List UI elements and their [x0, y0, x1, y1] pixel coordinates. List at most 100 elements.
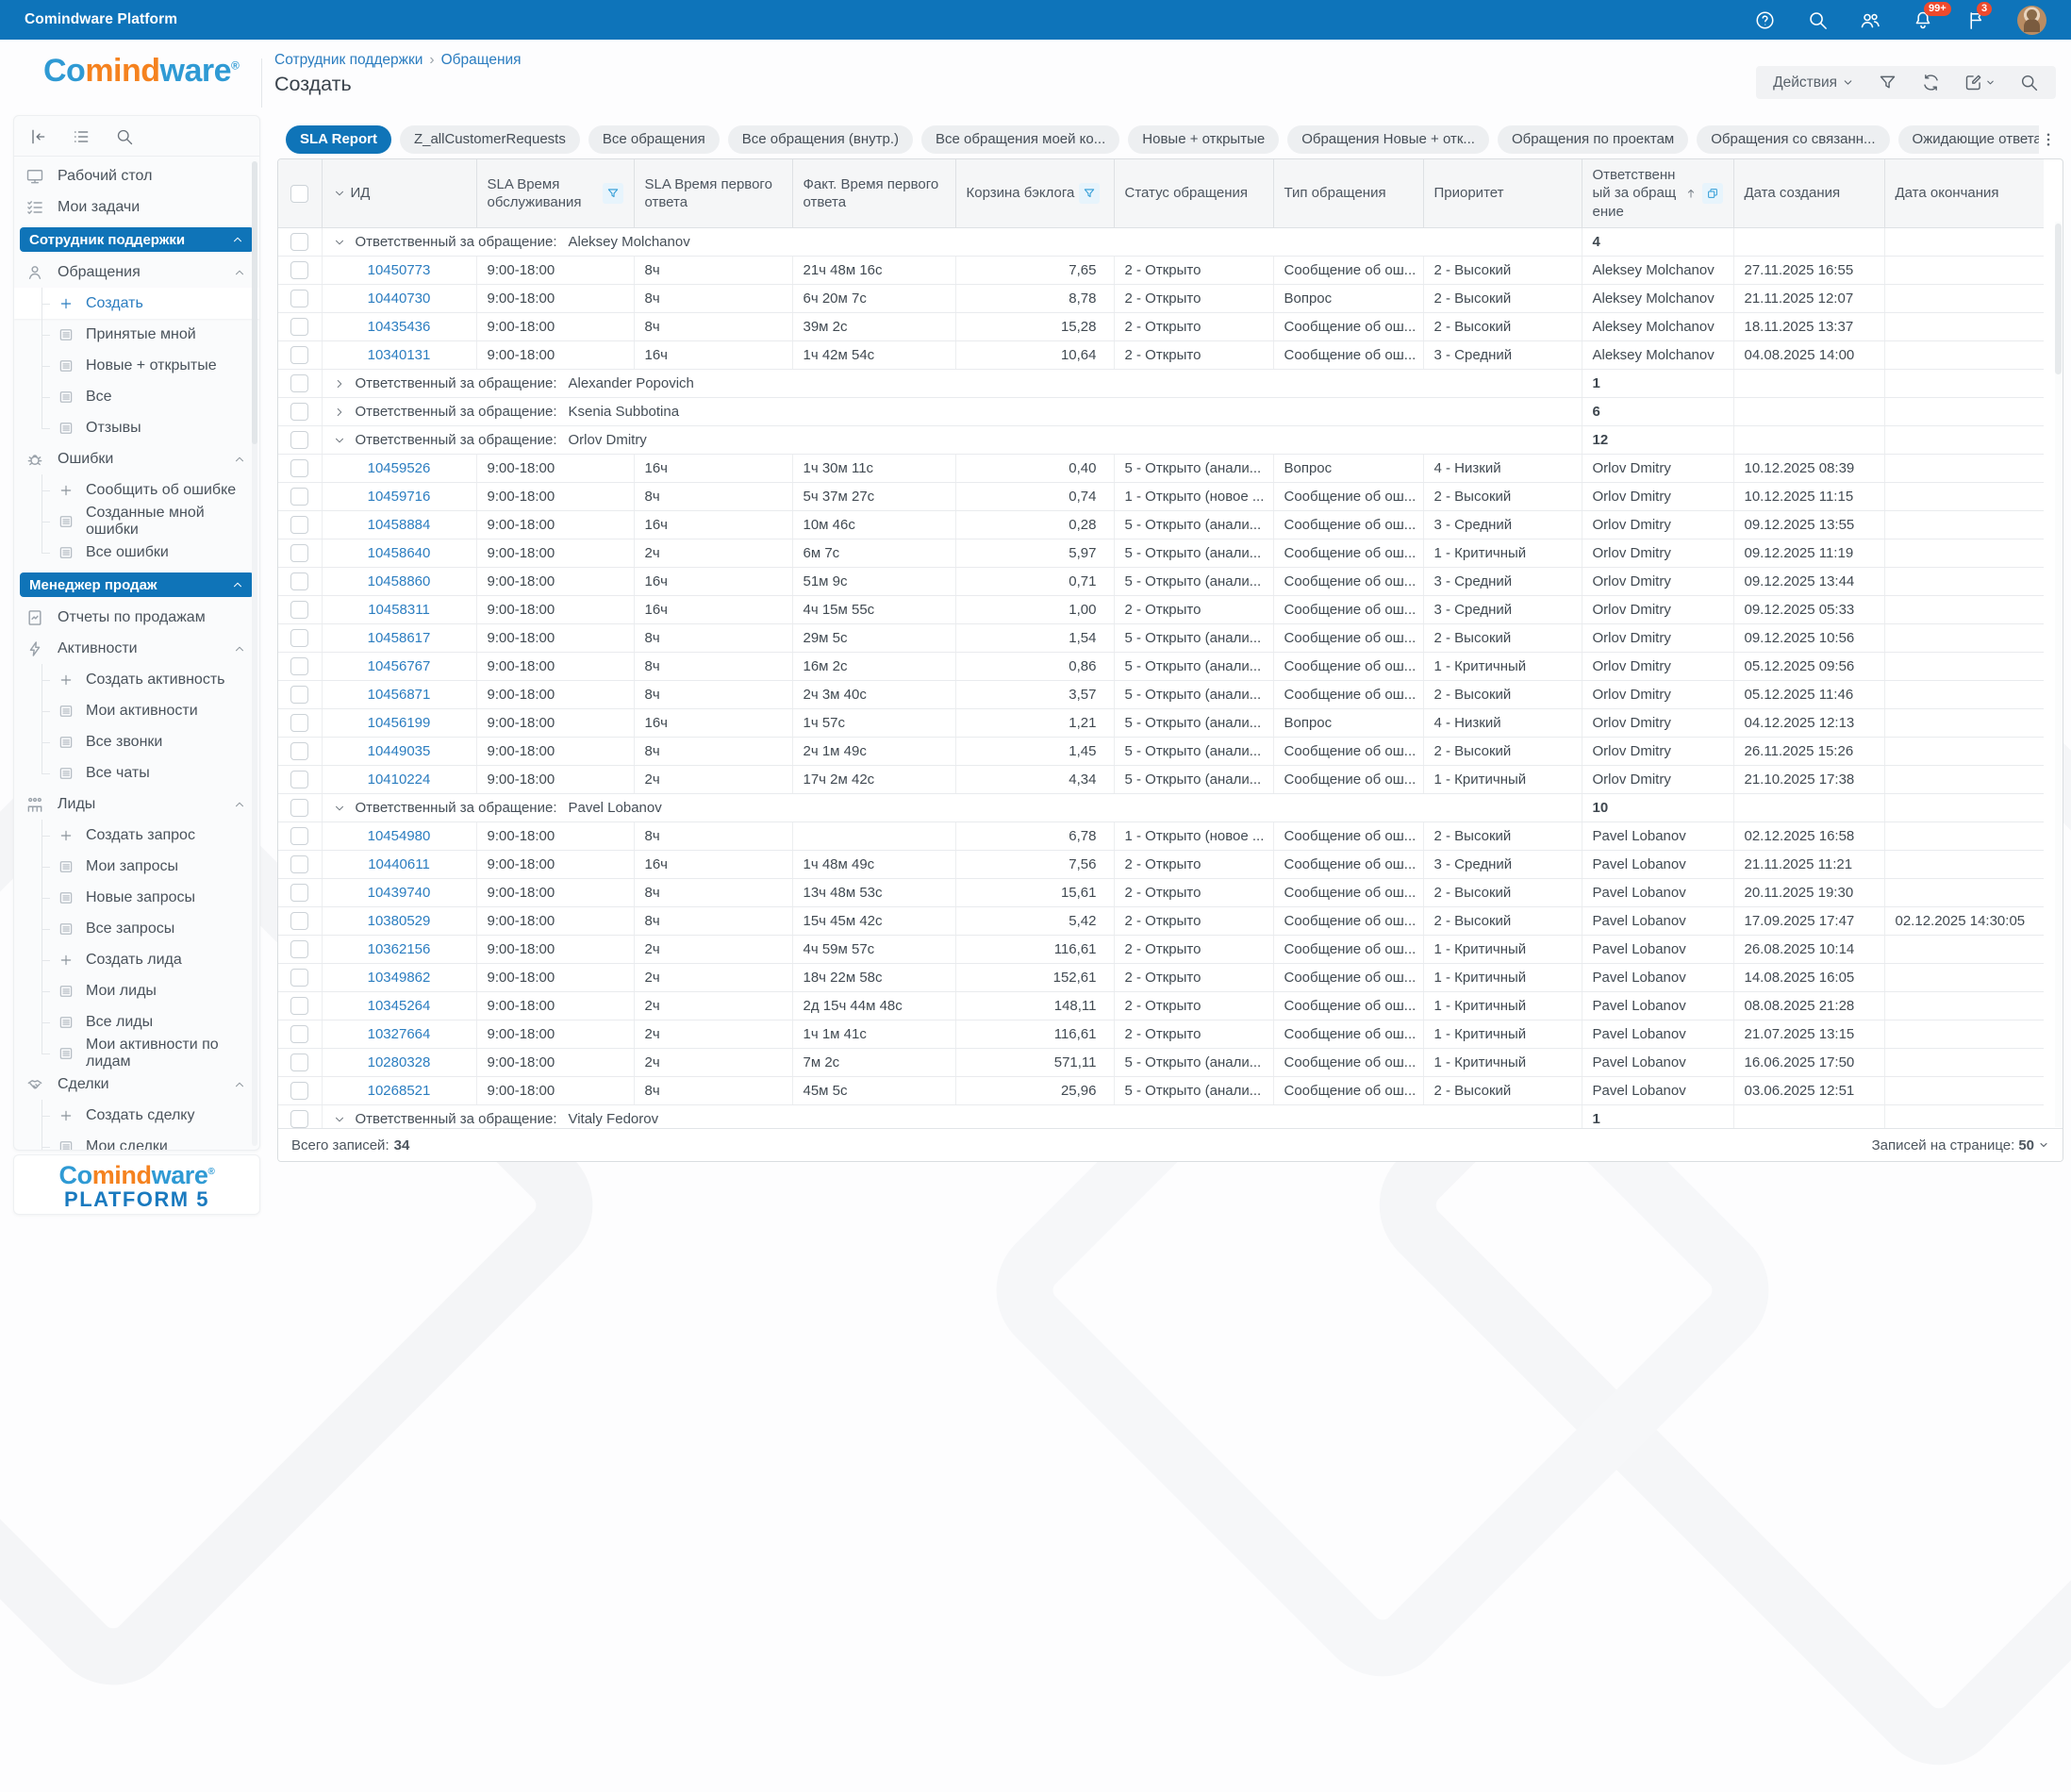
column-header-backlog[interactable]: Корзина бэклога — [955, 159, 1114, 228]
sidebar-item-15[interactable]: Активности — [14, 633, 259, 664]
group-toggle[interactable]: Ответственный за обращение:Orlov Dmitry — [333, 432, 1571, 448]
flag-icon[interactable]: 3 — [1964, 8, 1987, 31]
sidebar-item-19[interactable]: Все чаты — [14, 757, 259, 788]
sidebar-item-25[interactable]: Создать лида — [14, 944, 259, 975]
sidebar-item-1[interactable]: Мои задачи — [14, 191, 259, 223]
group-header-cell[interactable]: Ответственный за обращение:Orlov Dmitry — [322, 426, 1582, 455]
group-toggle[interactable]: Ответственный за обращение:Ksenia Subbot… — [333, 404, 1571, 420]
collapse-sidebar-icon[interactable] — [28, 127, 47, 146]
request-id-link[interactable]: 10459526 — [368, 460, 431, 476]
group-header-cell[interactable]: Ответственный за обращение:Pavel Lobanov — [322, 794, 1582, 822]
column-header-finished[interactable]: Дата окончания — [1884, 159, 2044, 228]
row-checkbox[interactable] — [290, 374, 308, 392]
sidebar-item-30[interactable]: Создать сделку — [14, 1100, 259, 1131]
search-icon[interactable] — [1806, 8, 1829, 31]
tab-4[interactable]: Все обращения моей ко... — [921, 125, 1119, 154]
search-icon[interactable] — [115, 127, 134, 146]
sidebar-item-5[interactable]: Принятые мной — [14, 319, 259, 350]
sidebar-item-14[interactable]: Отчеты по продажам — [14, 602, 259, 633]
user-avatar[interactable] — [2017, 6, 2046, 35]
sidebar-item-9[interactable]: Ошибки — [14, 443, 259, 474]
request-id-link[interactable]: 10410224 — [368, 772, 431, 788]
request-id-link[interactable]: 10458884 — [368, 517, 431, 533]
row-checkbox[interactable] — [290, 884, 308, 902]
request-id-link[interactable]: 10449035 — [368, 743, 431, 759]
sidebar-item-27[interactable]: Все лиды — [14, 1006, 259, 1037]
row-checkbox[interactable] — [290, 855, 308, 873]
group-by-icon[interactable] — [1702, 183, 1723, 204]
sidebar-item-10[interactable]: Сообщить об ошибке — [14, 474, 259, 506]
request-id-link[interactable]: 10345264 — [368, 998, 431, 1014]
column-header-assignee[interactable]: Ответственный за обращ ение — [1582, 159, 1733, 228]
row-checkbox[interactable] — [290, 459, 308, 477]
row-checkbox[interactable] — [290, 1054, 308, 1071]
tab-0[interactable]: SLA Report — [286, 125, 391, 154]
tab-7[interactable]: Обращения по проектам — [1498, 125, 1688, 154]
column-header-sla_first[interactable]: SLA Время первого ответа — [634, 159, 792, 228]
row-checkbox[interactable] — [290, 969, 308, 987]
request-id-link[interactable]: 10340131 — [368, 347, 431, 363]
filter-icon[interactable] — [603, 183, 623, 204]
sidebar-item-8[interactable]: Отзывы — [14, 412, 259, 443]
group-header-cell[interactable]: Ответственный за обращение:Ksenia Subbot… — [322, 398, 1582, 426]
row-checkbox[interactable] — [290, 572, 308, 590]
sidebar-section-2[interactable]: Сотрудник поддержки — [20, 227, 254, 252]
column-header-checkbox[interactable] — [278, 159, 322, 228]
row-checkbox[interactable] — [290, 742, 308, 760]
row-checkbox[interactable] — [290, 318, 308, 336]
sidebar-item-26[interactable]: Мои лиды — [14, 975, 259, 1006]
request-id-link[interactable]: 10439740 — [368, 885, 431, 901]
group-toggle[interactable]: Ответственный за обращение:Pavel Lobanov — [333, 800, 1571, 816]
sidebar-item-18[interactable]: Все звонки — [14, 726, 259, 757]
table-scrollbar[interactable] — [2055, 222, 2062, 1127]
row-checkbox[interactable] — [290, 657, 308, 675]
request-id-link[interactable]: 10440730 — [368, 290, 431, 307]
row-checkbox[interactable] — [290, 488, 308, 506]
request-id-link[interactable]: 10456199 — [368, 715, 431, 731]
row-checkbox[interactable] — [290, 771, 308, 788]
sidebar-item-0[interactable]: Рабочий стол — [14, 160, 259, 191]
request-id-link[interactable]: 10458860 — [368, 573, 431, 589]
column-header-priority[interactable]: Приоритет — [1423, 159, 1582, 228]
row-checkbox[interactable] — [290, 686, 308, 704]
tab-9[interactable]: Ожидающие ответа кли... — [1898, 125, 2039, 154]
edit-menu-button[interactable] — [1963, 73, 1996, 92]
filter-icon[interactable] — [1079, 183, 1100, 204]
sidebar-item-16[interactable]: Создать активность — [14, 664, 259, 695]
group-header-cell[interactable]: Ответственный за обращение:Vitaly Fedoro… — [322, 1105, 1582, 1130]
sidebar-item-7[interactable]: Все — [14, 381, 259, 412]
row-checkbox[interactable] — [290, 403, 308, 421]
request-id-link[interactable]: 10450773 — [368, 262, 431, 278]
row-checkbox[interactable] — [290, 601, 308, 619]
row-checkbox[interactable] — [290, 233, 308, 251]
row-checkbox[interactable] — [290, 997, 308, 1015]
group-header-cell[interactable]: Ответственный за обращение:Alexander Pop… — [322, 370, 1582, 398]
row-checkbox[interactable] — [290, 1025, 308, 1043]
column-header-created[interactable]: Дата создания — [1733, 159, 1884, 228]
request-id-link[interactable]: 10458640 — [368, 545, 431, 561]
column-header-type[interactable]: Тип обращения — [1273, 159, 1423, 228]
filter-icon[interactable] — [1877, 73, 1897, 93]
column-header-fact_first[interactable]: Факт. Время первого ответа — [792, 159, 955, 228]
row-checkbox[interactable] — [290, 940, 308, 958]
row-checkbox[interactable] — [290, 290, 308, 307]
records-per-page-control[interactable]: Записей на странице: 50 — [1872, 1137, 2049, 1153]
row-checkbox[interactable] — [290, 1110, 308, 1128]
request-id-link[interactable]: 10454980 — [368, 828, 431, 844]
group-toggle[interactable]: Ответственный за обращение:Aleksey Molch… — [333, 234, 1571, 250]
row-checkbox[interactable] — [290, 431, 308, 449]
request-id-link[interactable]: 10456871 — [368, 687, 431, 703]
request-id-link[interactable]: 10456767 — [368, 658, 431, 674]
tab-3[interactable]: Все обращения (внутр.) — [728, 125, 913, 154]
request-id-link[interactable]: 10458617 — [368, 630, 431, 646]
request-id-link[interactable]: 10380529 — [368, 913, 431, 929]
request-id-link[interactable]: 10459716 — [368, 489, 431, 505]
group-toggle[interactable]: Ответственный за обращение:Alexander Pop… — [333, 375, 1571, 391]
select-all-checkbox[interactable] — [290, 185, 308, 203]
row-checkbox[interactable] — [290, 629, 308, 647]
breadcrumb-section[interactable]: Сотрудник поддержки — [274, 52, 422, 69]
request-id-link[interactable]: 10349862 — [368, 970, 431, 986]
request-id-link[interactable]: 10440611 — [368, 856, 430, 872]
row-checkbox[interactable] — [290, 1082, 308, 1100]
sidebar-item-29[interactable]: Сделки — [14, 1069, 259, 1100]
